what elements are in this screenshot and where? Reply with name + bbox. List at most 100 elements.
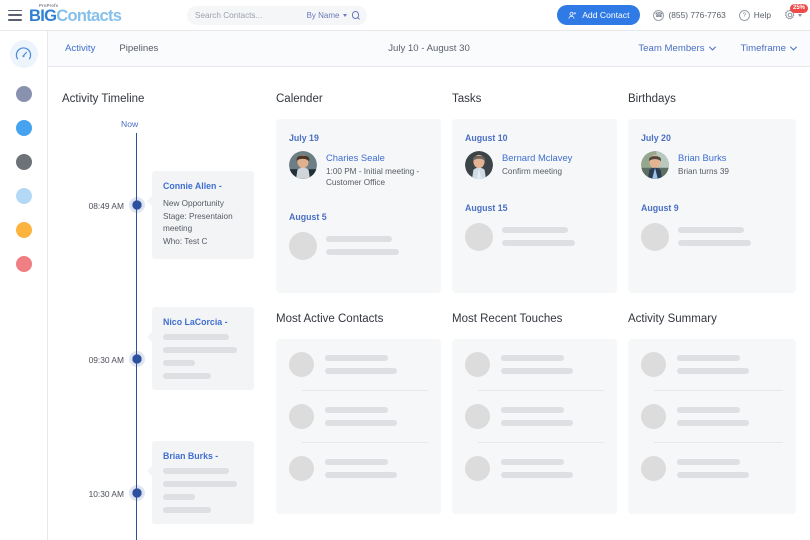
chevron-down-icon bbox=[708, 44, 715, 51]
skeleton-line bbox=[677, 368, 749, 374]
tasks-entry[interactable]: Bernard Mclavey Confirm meeting bbox=[465, 151, 604, 179]
skeleton-line bbox=[677, 420, 749, 426]
birthdays-entry-date: July 20 bbox=[641, 133, 783, 143]
tasks-entry-date: August 10 bbox=[465, 133, 604, 143]
search-filter-dropdown[interactable]: By Name bbox=[307, 11, 347, 20]
hamburger-icon[interactable] bbox=[8, 10, 22, 21]
skeleton-line bbox=[325, 368, 397, 374]
skeleton-line bbox=[163, 347, 237, 353]
sidebar-item-calendar[interactable] bbox=[16, 120, 32, 136]
activity-timeline-title: Activity Timeline bbox=[62, 93, 272, 105]
calendar-panel: Calender July 19 bbox=[276, 93, 441, 293]
avatar-placeholder bbox=[641, 352, 666, 377]
logo-wordmark: BIGContacts bbox=[29, 7, 121, 25]
avatar-placeholder bbox=[289, 404, 314, 429]
calendar-entry-name[interactable]: Charies Seale bbox=[326, 152, 428, 164]
calendar-entry-date: July 19 bbox=[289, 133, 428, 143]
list-item[interactable] bbox=[641, 404, 783, 429]
timeline-item-detail: Stage: Presentaion bbox=[163, 211, 245, 224]
list-item[interactable] bbox=[641, 456, 783, 481]
most-active-contacts-card bbox=[276, 339, 441, 514]
birthdays-card: July 20 bbox=[628, 119, 796, 293]
skeleton-line bbox=[325, 420, 397, 426]
search-bar[interactable]: By Name bbox=[187, 6, 367, 25]
question-circle-icon: ? bbox=[739, 10, 750, 21]
sidebar-item-settings[interactable] bbox=[16, 256, 32, 272]
sidebar-item-contacts[interactable] bbox=[16, 86, 32, 102]
skeleton-line bbox=[502, 227, 568, 233]
skeleton-line bbox=[501, 472, 573, 478]
most-recent-touches-panel: Most Recent Touches bbox=[452, 313, 617, 514]
sidebar-item-reports[interactable] bbox=[16, 188, 32, 204]
sidebar-item-dashboard[interactable] bbox=[10, 40, 38, 68]
logo-contacts-text: Contacts bbox=[56, 7, 121, 25]
timeline-item-name[interactable]: Nico LaCorcia - bbox=[163, 317, 245, 328]
search-filter-label: By Name bbox=[307, 11, 340, 20]
avatar-placeholder bbox=[289, 456, 314, 481]
tasks-title: Tasks bbox=[452, 93, 617, 105]
phone-link[interactable]: ☎ (855) 776-7763 bbox=[653, 10, 725, 21]
timeframe-dropdown[interactable]: Timeframe bbox=[741, 43, 797, 54]
timeframe-label: Timeframe bbox=[741, 43, 787, 54]
skeleton-line bbox=[677, 407, 740, 413]
most-recent-touches-title: Most Recent Touches bbox=[452, 313, 617, 325]
calendar-entry[interactable]: Charies Seale 1:00 PM - Initial meeting … bbox=[289, 151, 428, 188]
search-icon[interactable] bbox=[352, 11, 360, 19]
chevron-down-icon[interactable] bbox=[798, 14, 802, 17]
timeline-item-name[interactable]: Brian Burks - bbox=[163, 451, 245, 462]
timeline-item-dot bbox=[129, 351, 145, 367]
timeline-item-dot bbox=[129, 485, 145, 501]
list-item[interactable] bbox=[465, 456, 604, 481]
tasks-entry-name[interactable]: Bernard Mclavey bbox=[502, 152, 572, 164]
help-link[interactable]: ? Help bbox=[739, 10, 771, 21]
tasks-entry[interactable] bbox=[465, 223, 604, 251]
timeline-item-card[interactable]: Nico LaCorcia - bbox=[152, 307, 254, 390]
list-item[interactable] bbox=[289, 456, 428, 481]
main-content: Activity Timeline Now 08:49 AM Connie Al… bbox=[48, 67, 810, 540]
settings-menu[interactable]: 25% bbox=[784, 9, 802, 21]
sidebar-item-campaigns[interactable] bbox=[16, 222, 32, 238]
calendar-entry[interactable] bbox=[289, 232, 428, 260]
timeline-item-detail: meeting bbox=[163, 223, 245, 236]
avatar-placeholder bbox=[641, 223, 669, 251]
tab-pipelines[interactable]: Pipelines bbox=[119, 43, 158, 54]
birthdays-title: Birthdays bbox=[628, 93, 796, 105]
activity-timeline-panel: Activity Timeline Now 08:49 AM Connie Al… bbox=[62, 93, 272, 540]
person-plus-icon bbox=[568, 11, 577, 20]
skeleton-line bbox=[326, 249, 399, 255]
team-members-dropdown[interactable]: Team Members bbox=[638, 43, 714, 54]
timeline-item-card[interactable]: Brian Burks - bbox=[152, 441, 254, 524]
add-contact-label: Add Contact bbox=[582, 10, 629, 20]
birthdays-entry[interactable]: Brian Burks Brian turns 39 bbox=[641, 151, 783, 179]
most-active-contacts-panel: Most Active Contacts bbox=[276, 313, 441, 514]
app-logo[interactable]: ProProfs BIGContacts bbox=[29, 3, 133, 27]
skeleton-line bbox=[501, 368, 573, 374]
search-input[interactable] bbox=[195, 11, 291, 20]
birthdays-panel: Birthdays July 20 bbox=[628, 93, 796, 293]
timeline-item-card[interactable]: Connie Allen - New Opportunity Stage: Pr… bbox=[152, 171, 254, 259]
timeline-item-detail: New Opportunity bbox=[163, 198, 245, 211]
add-contact-button[interactable]: Add Contact bbox=[557, 5, 640, 25]
avatar bbox=[289, 151, 317, 179]
skeleton-line bbox=[163, 360, 195, 366]
top-bar: ProProfs BIGContacts By Name Add Contact… bbox=[0, 0, 810, 31]
list-item[interactable] bbox=[289, 404, 428, 429]
tasks-card: August 10 bbox=[452, 119, 617, 293]
sidebar-item-tasks[interactable] bbox=[16, 154, 32, 170]
timeline-item-name[interactable]: Connie Allen - bbox=[163, 181, 245, 192]
skeleton-line bbox=[163, 334, 229, 340]
list-item[interactable] bbox=[641, 352, 783, 377]
list-item[interactable] bbox=[465, 404, 604, 429]
birthdays-entry-name[interactable]: Brian Burks bbox=[678, 152, 729, 164]
list-item[interactable] bbox=[289, 352, 428, 377]
tab-activity[interactable]: Activity bbox=[65, 43, 95, 54]
avatar bbox=[641, 151, 669, 179]
avatar-placeholder bbox=[465, 223, 493, 251]
team-members-label: Team Members bbox=[638, 43, 704, 54]
avatar-placeholder bbox=[641, 456, 666, 481]
list-item[interactable] bbox=[465, 352, 604, 377]
skeleton-line bbox=[163, 507, 211, 513]
birthdays-entry[interactable] bbox=[641, 223, 783, 251]
date-range-label: July 10 - August 30 bbox=[388, 43, 470, 54]
timeline-now-label: Now bbox=[121, 119, 138, 129]
